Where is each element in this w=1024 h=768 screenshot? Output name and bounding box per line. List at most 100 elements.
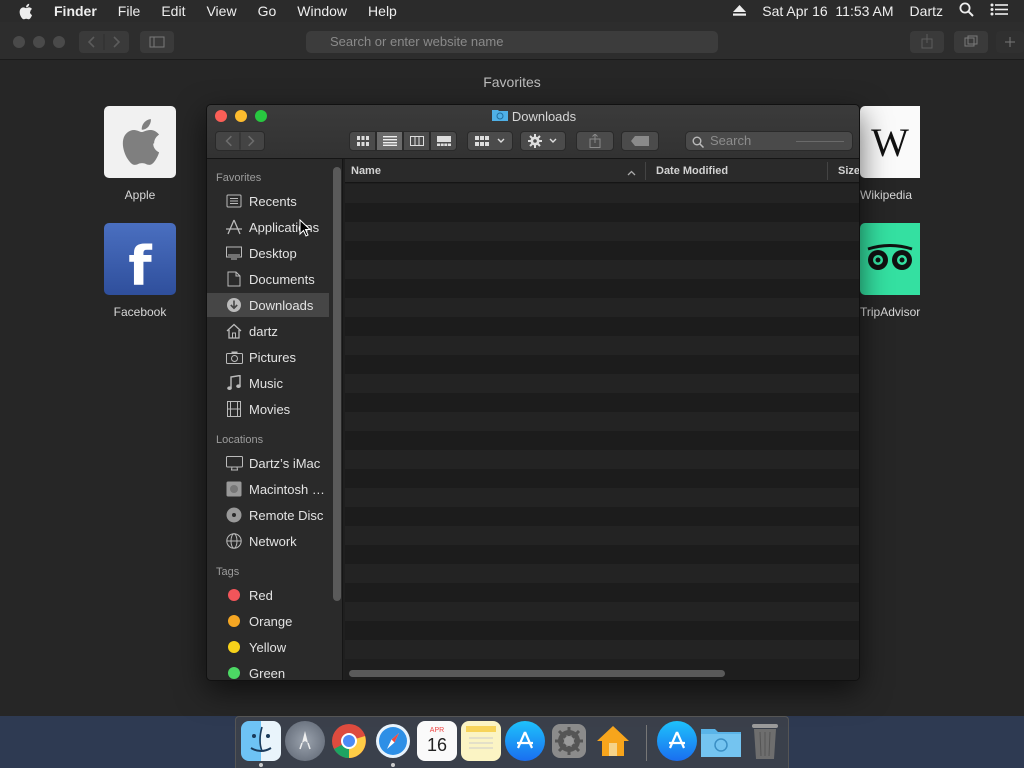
safari-close-button[interactable] bbox=[13, 36, 25, 48]
safari-sidebar-button[interactable] bbox=[140, 31, 174, 53]
column-header-name[interactable]: Name bbox=[351, 165, 381, 177]
safari-share-button[interactable] bbox=[910, 31, 944, 53]
dock: APR 16 bbox=[235, 716, 789, 768]
action-gear-button[interactable] bbox=[520, 131, 566, 151]
sidebar-tag-red[interactable]: Red bbox=[207, 583, 329, 607]
sidebar-item-label: Orange bbox=[249, 613, 293, 629]
launchpad-icon[interactable] bbox=[285, 721, 325, 761]
app-store-downloads-icon[interactable] bbox=[657, 721, 697, 761]
safari-new-tab-button[interactable] bbox=[996, 31, 1024, 53]
downloads-folder-icon[interactable] bbox=[701, 721, 741, 761]
list-view-button[interactable] bbox=[376, 131, 403, 151]
sidebar-item-label: Pictures bbox=[249, 349, 296, 365]
safari-minimize-button[interactable] bbox=[33, 36, 45, 48]
tag-dot-icon bbox=[224, 589, 244, 601]
column-view-button[interactable] bbox=[403, 131, 430, 151]
sidebar-item-recents[interactable]: Recents bbox=[207, 189, 329, 213]
sidebar-scrollbar[interactable] bbox=[333, 167, 341, 601]
group-by-button[interactable] bbox=[467, 131, 513, 151]
sidebar-tag-green[interactable]: Green bbox=[207, 661, 329, 681]
menu-go[interactable]: Go bbox=[258, 3, 277, 19]
sidebar-item-network[interactable]: Network bbox=[207, 529, 329, 553]
system-preferences-icon[interactable] bbox=[549, 721, 589, 761]
share-button[interactable] bbox=[576, 131, 614, 151]
sidebar-item-label: Dartz’s iMac bbox=[249, 455, 321, 471]
safari-tabs-overview-button[interactable] bbox=[954, 31, 988, 53]
notification-center-icon[interactable] bbox=[990, 3, 1008, 19]
sidebar-item-label: Movies bbox=[249, 401, 291, 417]
menubar-user[interactable]: Dartz bbox=[910, 3, 943, 19]
sidebar-item-pictures[interactable]: Pictures bbox=[207, 345, 329, 369]
tripadvisor-logo-icon bbox=[860, 223, 920, 295]
finder-window: Downloads Search Favorites Recents Appli… bbox=[206, 104, 860, 681]
menu-view[interactable]: View bbox=[206, 3, 236, 19]
sidebar-item-downloads[interactable]: Downloads bbox=[207, 293, 329, 317]
empty-row bbox=[345, 526, 859, 545]
safari-zoom-button[interactable] bbox=[53, 36, 65, 48]
gallery-view-button[interactable] bbox=[430, 131, 457, 151]
sidebar-item-documents[interactable]: Documents bbox=[207, 267, 329, 291]
empty-row bbox=[345, 450, 859, 469]
empty-row bbox=[345, 184, 859, 203]
menu-edit[interactable]: Edit bbox=[161, 3, 185, 19]
menu-window[interactable]: Window bbox=[297, 3, 347, 19]
sidebar-item-label: Green bbox=[249, 665, 286, 681]
menubar-clock[interactable]: Sat Apr 16 11:53 AM bbox=[762, 3, 893, 19]
search-field[interactable]: Search bbox=[685, 131, 853, 151]
finder-titlebar: Downloads Search bbox=[207, 105, 859, 159]
sidebar-item-imac[interactable]: Dartz’s iMac bbox=[207, 451, 329, 475]
home-icon bbox=[224, 323, 244, 339]
back-forward-buttons[interactable] bbox=[215, 131, 265, 151]
sidebar-item-label: Music bbox=[249, 375, 283, 391]
sidebar-item-label: Network bbox=[249, 533, 297, 549]
edit-tags-button[interactable] bbox=[621, 131, 659, 151]
sidebar-item-label: Yellow bbox=[249, 639, 287, 655]
menu-bar: Finder File Edit View Go Window Help Sat… bbox=[0, 0, 1024, 22]
icon-view-button[interactable] bbox=[349, 131, 376, 151]
favorite-facebook[interactable]: f Facebook bbox=[90, 223, 190, 319]
file-list[interactable]: Name Date Modified Size bbox=[345, 159, 859, 680]
sidebar-item-label: dartz bbox=[249, 323, 278, 339]
empty-row bbox=[345, 222, 859, 241]
chrome-icon[interactable] bbox=[329, 721, 369, 761]
sort-ascending-icon bbox=[627, 167, 636, 179]
favorite-apple[interactable]: Apple bbox=[90, 106, 190, 202]
running-indicator bbox=[259, 763, 263, 767]
safari-toolbar: Search or enter website name bbox=[0, 22, 1024, 60]
tag-dot-icon bbox=[224, 615, 244, 627]
sidebar-item-music[interactable]: Music bbox=[207, 371, 329, 395]
sidebar-item-home[interactable]: dartz bbox=[207, 319, 329, 343]
apple-menu-icon[interactable] bbox=[18, 3, 40, 20]
menu-finder[interactable]: Finder bbox=[54, 3, 97, 19]
sidebar-item-movies[interactable]: Movies bbox=[207, 397, 329, 421]
column-header-date-modified[interactable]: Date Modified bbox=[656, 165, 728, 177]
notes-icon[interactable] bbox=[461, 721, 501, 761]
sidebar-tag-yellow[interactable]: Yellow bbox=[207, 635, 329, 659]
calendar-icon[interactable]: APR 16 bbox=[417, 721, 457, 761]
file-list-rows bbox=[345, 184, 859, 659]
safari-address-bar[interactable]: Search or enter website name bbox=[306, 31, 718, 53]
menu-file[interactable]: File bbox=[118, 3, 141, 19]
eject-icon[interactable] bbox=[733, 3, 747, 19]
home-app-icon[interactable] bbox=[593, 721, 633, 761]
sidebar-tag-orange[interactable]: Orange bbox=[207, 609, 329, 633]
sidebar-item-remote-disc[interactable]: Remote Disc bbox=[207, 503, 329, 527]
column-header-size[interactable]: Size bbox=[838, 165, 859, 177]
empty-row bbox=[345, 355, 859, 374]
sidebar-section-favorites: Favorites bbox=[216, 172, 262, 184]
empty-row bbox=[345, 431, 859, 450]
spotlight-search-icon[interactable] bbox=[959, 2, 974, 20]
safari-icon[interactable] bbox=[373, 721, 413, 761]
dock-divider bbox=[646, 725, 647, 761]
window-title: Downloads bbox=[207, 108, 859, 124]
empty-row bbox=[345, 469, 859, 488]
sidebar-item-desktop[interactable]: Desktop bbox=[207, 241, 329, 265]
trash-icon[interactable] bbox=[745, 721, 785, 761]
empty-row bbox=[345, 260, 859, 279]
safari-back-forward-buttons[interactable] bbox=[79, 31, 129, 53]
sidebar-item-macintosh-hd[interactable]: Macintosh HD bbox=[207, 477, 329, 501]
app-store-icon[interactable] bbox=[505, 721, 545, 761]
finder-icon[interactable] bbox=[241, 721, 281, 761]
horizontal-scrollbar[interactable] bbox=[349, 670, 725, 677]
menu-help[interactable]: Help bbox=[368, 3, 397, 19]
